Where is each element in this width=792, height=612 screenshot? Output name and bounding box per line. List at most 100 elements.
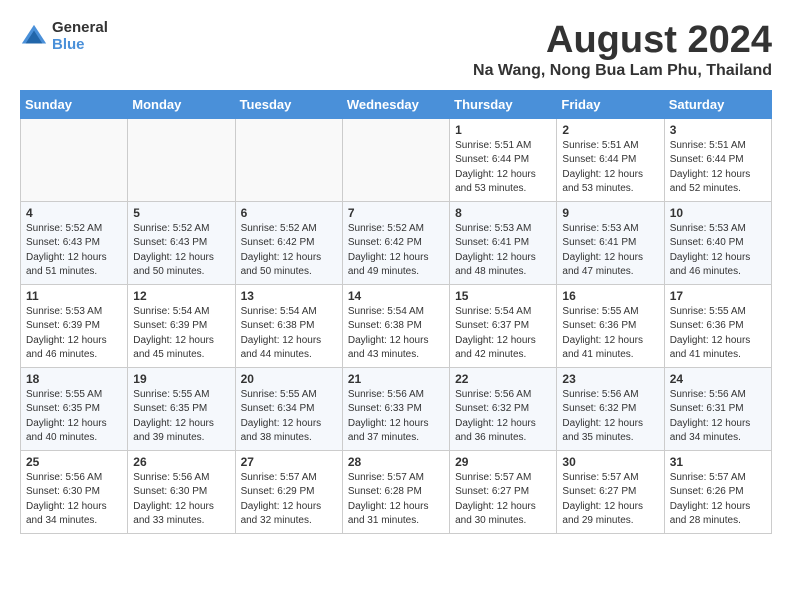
location-subtitle: Na Wang, Nong Bua Lam Phu, Thailand [473,62,772,80]
calendar-table: Sunday Monday Tuesday Wednesday Thursday… [20,90,772,534]
day-number: 11 [26,289,122,303]
table-row: 2 Sunrise: 5:51 AMSunset: 6:44 PMDaylight… [557,118,664,201]
col-sunday: Sunday [21,90,128,118]
month-year-title: August 2024 [473,20,772,62]
table-row: 7Sunrise: 5:52 AMSunset: 6:42 PMDaylight… [342,201,449,284]
table-row: 9 Sunrise: 5:53 AMSunset: 6:41 PMDaylight… [557,201,664,284]
table-row: 30Sunrise: 5:57 AMSunset: 6:27 PMDayligh… [557,450,664,533]
day-info: Sunrise: 5:56 AMSunset: 6:32 PMDaylight:… [562,388,658,446]
table-row: 6 Sunrise: 5:52 AMSunset: 6:42 PMDaylight… [235,201,342,284]
day-number: 31 [670,455,766,469]
table-row: 12 Sunrise: 5:54 AMSunset: 6:39 PMDayligh… [128,284,235,367]
day-info: Sunrise: 5:51 AMSunset: 6:44 PMDaylight:… [670,139,766,197]
table-row: 21 Sunrise: 5:56 AMSunset: 6:33 PMDayligh… [342,367,449,450]
table-row: 10Sunrise: 5:53 AMSunset: 6:40 PMDayligh… [664,201,771,284]
table-row: 16 Sunrise: 5:55 AMSunset: 6:36 PMDayligh… [557,284,664,367]
day-number: 2 [562,123,658,137]
table-row: 19 Sunrise: 5:55 AMSunset: 6:35 PMDayligh… [128,367,235,450]
table-row: 13Sunrise: 5:54 AMSunset: 6:38 PMDayligh… [235,284,342,367]
table-row: 4 Sunrise: 5:52 AMSunset: 6:43 PMDaylight… [21,201,128,284]
day-number: 10 [670,206,766,220]
title-block: August 2024 Na Wang, Nong Bua Lam Phu, T… [473,20,772,80]
logo-icon [20,23,48,51]
day-info: Sunrise: 5:56 AMSunset: 6:30 PMDaylight:… [26,471,122,529]
day-info: Sunrise: 5:56 AMSunset: 6:32 PMDaylight:… [455,388,551,446]
day-number: 23 [562,372,658,386]
day-number: 15 [455,289,551,303]
table-row [128,118,235,201]
day-info: Sunrise: 5:52 AMSunset: 6:42 PMDaylight:… [348,222,444,280]
calendar-week-row: 4 Sunrise: 5:52 AMSunset: 6:43 PMDaylight… [21,201,772,284]
table-row: 3 Sunrise: 5:51 AMSunset: 6:44 PMDaylight… [664,118,771,201]
day-number: 29 [455,455,551,469]
table-row: 23 Sunrise: 5:56 AMSunset: 6:32 PMDayligh… [557,367,664,450]
day-info: Sunrise: 5:55 AMSunset: 6:35 PMDaylight:… [26,388,122,446]
day-number: 16 [562,289,658,303]
col-saturday: Saturday [664,90,771,118]
day-info: Sunrise: 5:52 AMSunset: 6:43 PMDaylight:… [133,222,229,280]
day-number: 17 [670,289,766,303]
table-row: 17Sunrise: 5:55 AMSunset: 6:36 PMDayligh… [664,284,771,367]
table-row: 1 Sunrise: 5:51 AMSunset: 6:44 PMDaylight… [450,118,557,201]
calendar-week-row: 11 Sunrise: 5:53 AMSunset: 6:39 PMDayligh… [21,284,772,367]
day-info: Sunrise: 5:54 AMSunset: 6:38 PMDaylight:… [348,305,444,363]
table-row: 14 Sunrise: 5:54 AMSunset: 6:38 PMDayligh… [342,284,449,367]
day-number: 3 [670,123,766,137]
col-thursday: Thursday [450,90,557,118]
day-info: Sunrise: 5:52 AMSunset: 6:42 PMDaylight:… [241,222,337,280]
day-number: 6 [241,206,337,220]
day-info: Sunrise: 5:51 AMSunset: 6:44 PMDaylight:… [562,139,658,197]
day-number: 19 [133,372,229,386]
day-info: Sunrise: 5:57 AMSunset: 6:26 PMDaylight:… [670,471,766,529]
day-info: Sunrise: 5:53 AMSunset: 6:41 PMDaylight:… [562,222,658,280]
table-row: 28Sunrise: 5:57 AMSunset: 6:28 PMDayligh… [342,450,449,533]
day-info: Sunrise: 5:55 AMSunset: 6:36 PMDaylight:… [562,305,658,363]
table-row: 29 Sunrise: 5:57 AMSunset: 6:27 PMDayligh… [450,450,557,533]
table-row [235,118,342,201]
day-number: 8 [455,206,551,220]
table-row: 8Sunrise: 5:53 AMSunset: 6:41 PMDaylight… [450,201,557,284]
day-number: 1 [455,123,551,137]
day-number: 14 [348,289,444,303]
day-info: Sunrise: 5:55 AMSunset: 6:34 PMDaylight:… [241,388,337,446]
day-info: Sunrise: 5:54 AMSunset: 6:39 PMDaylight:… [133,305,229,363]
day-info: Sunrise: 5:57 AMSunset: 6:27 PMDaylight:… [455,471,551,529]
col-friday: Friday [557,90,664,118]
day-info: Sunrise: 5:51 AMSunset: 6:44 PMDaylight:… [455,139,551,197]
day-number: 4 [26,206,122,220]
day-info: Sunrise: 5:57 AMSunset: 6:28 PMDaylight:… [348,471,444,529]
calendar-header-row: Sunday Monday Tuesday Wednesday Thursday… [21,90,772,118]
day-number: 27 [241,455,337,469]
day-info: Sunrise: 5:55 AMSunset: 6:35 PMDaylight:… [133,388,229,446]
calendar-week-row: 18 Sunrise: 5:55 AMSunset: 6:35 PMDayligh… [21,367,772,450]
day-info: Sunrise: 5:56 AMSunset: 6:33 PMDaylight:… [348,388,444,446]
table-row [342,118,449,201]
table-row: 26Sunrise: 5:56 AMSunset: 6:30 PMDayligh… [128,450,235,533]
col-monday: Monday [128,90,235,118]
day-info: Sunrise: 5:53 AMSunset: 6:39 PMDaylight:… [26,305,122,363]
table-row: 22Sunrise: 5:56 AMSunset: 6:32 PMDayligh… [450,367,557,450]
day-number: 24 [670,372,766,386]
table-row: 27Sunrise: 5:57 AMSunset: 6:29 PMDayligh… [235,450,342,533]
logo-text: General Blue [52,20,108,53]
day-number: 13 [241,289,337,303]
logo: General Blue [20,20,108,53]
page-header: General Blue August 2024 Na Wang, Nong B… [20,20,772,80]
table-row: 24 Sunrise: 5:56 AMSunset: 6:31 PMDayligh… [664,367,771,450]
day-info: Sunrise: 5:54 AMSunset: 6:37 PMDaylight:… [455,305,551,363]
table-row: 15 Sunrise: 5:54 AMSunset: 6:37 PMDayligh… [450,284,557,367]
day-number: 18 [26,372,122,386]
day-info: Sunrise: 5:56 AMSunset: 6:31 PMDaylight:… [670,388,766,446]
day-info: Sunrise: 5:52 AMSunset: 6:43 PMDaylight:… [26,222,122,280]
calendar-week-row: 25 Sunrise: 5:56 AMSunset: 6:30 PMDayligh… [21,450,772,533]
day-number: 12 [133,289,229,303]
day-number: 25 [26,455,122,469]
table-row: 5 Sunrise: 5:52 AMSunset: 6:43 PMDaylight… [128,201,235,284]
day-number: 5 [133,206,229,220]
day-number: 30 [562,455,658,469]
day-number: 20 [241,372,337,386]
day-number: 21 [348,372,444,386]
logo-blue-text: Blue [52,37,108,54]
table-row [21,118,128,201]
day-number: 9 [562,206,658,220]
